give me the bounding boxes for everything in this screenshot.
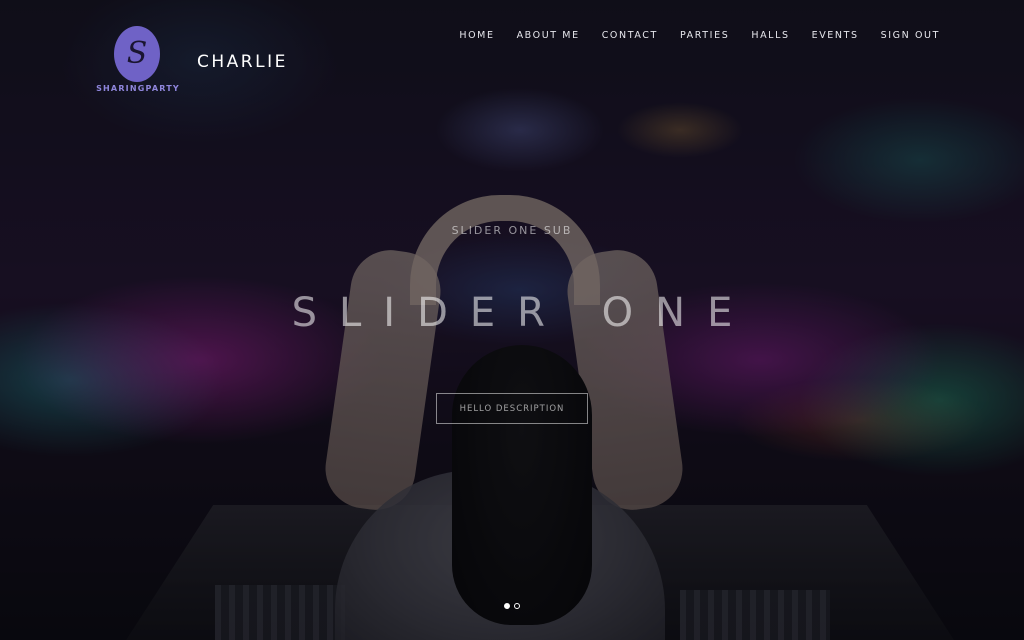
logo-glyph: S bbox=[126, 36, 148, 71]
nav-events[interactable]: EVENTS bbox=[812, 30, 859, 42]
nav-home[interactable]: HOME bbox=[459, 30, 494, 42]
site-logo[interactable]: S SHARINGPARTY bbox=[86, 24, 190, 100]
username-label: CHARLIE bbox=[197, 52, 288, 72]
slider-pagination bbox=[0, 603, 1024, 609]
logo-icon: S bbox=[114, 26, 160, 82]
slider-dot-1[interactable] bbox=[504, 603, 510, 609]
slider-title: SLIDER ONE bbox=[291, 290, 755, 336]
logo-text: SHARINGPARTY bbox=[96, 84, 180, 93]
nav-contact[interactable]: CONTACT bbox=[602, 30, 658, 42]
hello-description-button[interactable]: HELLO DESCRIPTION bbox=[436, 393, 588, 424]
site-header: S SHARINGPARTY CHARLIE HOME ABOUT ME CON… bbox=[0, 0, 1024, 110]
slider-subtitle: SLIDER ONE SUB bbox=[451, 224, 573, 237]
main-nav: HOME ABOUT ME CONTACT PARTIES HALLS EVEN… bbox=[437, 30, 940, 42]
nav-sign-out[interactable]: SIGN OUT bbox=[881, 30, 940, 42]
slider-dot-2[interactable] bbox=[514, 603, 520, 609]
nav-about-me[interactable]: ABOUT ME bbox=[517, 30, 580, 42]
nav-parties[interactable]: PARTIES bbox=[680, 30, 729, 42]
hero-slider: S SHARINGPARTY CHARLIE HOME ABOUT ME CON… bbox=[0, 0, 1024, 640]
nav-halls[interactable]: HALLS bbox=[751, 30, 789, 42]
